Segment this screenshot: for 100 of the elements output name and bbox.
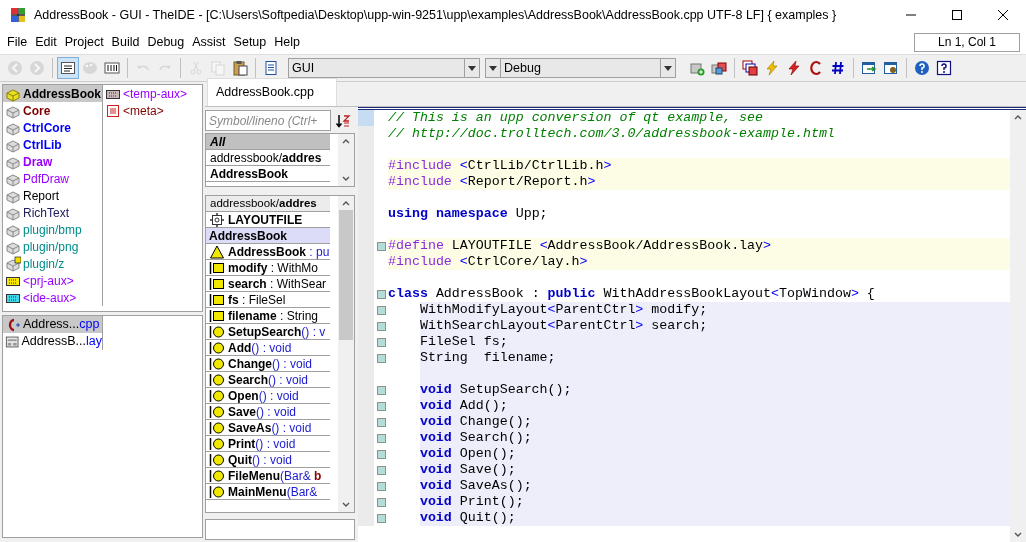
package-item[interactable]: <meta> (103, 102, 203, 119)
menu-item[interactable]: Edit (31, 32, 61, 52)
package-item[interactable]: CtrlCore (3, 119, 103, 136)
fold-marker[interactable] (376, 321, 386, 331)
scrollbar[interactable] (338, 134, 354, 186)
input-field[interactable] (205, 519, 355, 540)
square-icon (209, 291, 225, 308)
circle-icon (209, 467, 225, 484)
symbol-item[interactable]: FileMenu(Bar& b (206, 468, 330, 484)
sort-icon[interactable] (335, 112, 351, 129)
fold-marker[interactable] (376, 305, 386, 315)
combo-box[interactable]: Debug (485, 58, 676, 78)
circle-icon (209, 403, 225, 420)
file-tab[interactable]: AddressBook.cpp (207, 78, 337, 106)
code-line: // This is an upp conversion of qt example, see (388, 110, 765, 126)
circle-icon (209, 339, 225, 356)
fold-marker[interactable] (376, 465, 386, 475)
menu-item[interactable]: Project (60, 32, 108, 52)
symbol-item[interactable]: Print() : void (206, 436, 330, 452)
symbol-item[interactable]: Add() : void (206, 340, 330, 356)
circle-icon (209, 387, 225, 404)
fold-marker[interactable] (376, 353, 386, 363)
fold-marker[interactable] (376, 385, 386, 395)
symbol-item[interactable]: fs : FileSel (206, 292, 330, 308)
scope-item[interactable]: All (206, 134, 330, 150)
circle-icon (209, 483, 225, 500)
dropdown-button[interactable] (486, 59, 501, 77)
scope-item[interactable]: AddressBook (206, 166, 330, 182)
symbol-item[interactable]: Change() : void (206, 356, 330, 372)
fold-marker[interactable] (376, 513, 386, 523)
dropdown-button[interactable] (660, 59, 675, 77)
package-item[interactable]: <ide-aux> (3, 289, 103, 306)
fold-marker[interactable] (376, 481, 386, 491)
square-icon (209, 307, 225, 324)
symbol-item[interactable]: search : WithSear (206, 276, 330, 292)
package-item[interactable]: PdfDraw (3, 170, 103, 187)
symbol-item[interactable]: Open() : void (206, 388, 330, 404)
package-item[interactable]: AddressBook (3, 85, 103, 102)
symbol-item[interactable]: SaveAs() : void (206, 420, 330, 436)
symbol-item[interactable]: filename : String (206, 308, 330, 324)
package-item[interactable]: Draw (3, 153, 103, 170)
code-line: class AddressBook : public WithAddressBookLayout<TopWindow> { (388, 286, 876, 302)
symbol-item[interactable]: AddressBook : pu (206, 244, 330, 260)
source-file-entry[interactable]: AddressB...lay (3, 333, 103, 350)
combo-value: Debug (503, 59, 542, 77)
fold-marker[interactable] (376, 433, 386, 443)
package-item[interactable]: plugin/bmp (3, 221, 103, 238)
fold-marker[interactable] (376, 241, 386, 251)
symbol-item[interactable]: Save() : void (206, 404, 330, 420)
symbol-item[interactable]: SetupSearch() : v (206, 324, 330, 340)
package-item[interactable]: Report (3, 187, 103, 204)
square-icon (209, 275, 225, 292)
circle-icon (209, 451, 225, 468)
gear-icon (209, 211, 225, 228)
menu-item[interactable]: Assist (188, 32, 230, 52)
window-title: AddressBook - GUI - TheIDE - [C:\Users\Softpedia\Desktop\upp-win-9251\upp\examples\AddressBook\AddressBook.cpp UTF-8 LF] { examples } (34, 6, 838, 24)
circle-icon (209, 435, 225, 452)
symbol-item[interactable]: MainMenu(Bar& (206, 484, 330, 500)
symbol-item[interactable]: addressbook/addres (206, 196, 330, 212)
triangle-icon (209, 243, 225, 260)
package-item[interactable]: plugin/png (3, 238, 103, 255)
search-field[interactable]: Symbol/lineno (Ctrl+ (205, 110, 331, 131)
package-item[interactable]: Core (3, 102, 103, 119)
app-icon (10, 7, 26, 23)
combo-box[interactable]: GUI (288, 58, 480, 78)
package-icon (5, 255, 21, 272)
symbol-item[interactable]: modify : WithMo (206, 260, 330, 276)
package-item[interactable]: RichText (3, 204, 103, 221)
cursor-position: Ln 1, Col 1 (914, 32, 1020, 52)
fold-marker[interactable] (376, 289, 386, 299)
menu-item[interactable]: Debug (143, 32, 189, 52)
fold-marker[interactable] (376, 417, 386, 427)
fold-marker[interactable] (376, 449, 386, 459)
circle-icon (209, 355, 225, 372)
fold-marker[interactable] (376, 401, 386, 411)
symbol-item[interactable]: AddressBook (206, 228, 330, 244)
menu-item[interactable]: Build (107, 32, 144, 52)
symbol-item[interactable]: Search() : void (206, 372, 330, 388)
fold-marker[interactable] (376, 337, 386, 347)
fold-marker[interactable] (376, 497, 386, 507)
menu-item[interactable]: Help (270, 32, 304, 52)
package-item[interactable]: <temp-aux> (103, 85, 203, 102)
menu-item[interactable]: File (3, 32, 32, 52)
code-line: // http://doc.trolltech.com/3.0/addressbook-example.html (388, 126, 836, 142)
scope-item[interactable]: addressbook/addres (206, 150, 330, 166)
package-item[interactable]: <prj-aux> (3, 272, 103, 289)
scroll-thumb[interactable] (339, 210, 353, 340)
symbol-item[interactable]: Quit() : void (206, 452, 330, 468)
close-icon[interactable] (995, 7, 1011, 23)
package-item[interactable]: CtrlLib (3, 136, 103, 153)
source-file-entry[interactable]: Address...cpp (3, 316, 103, 333)
scrollbar[interactable] (338, 196, 354, 512)
scrollbar[interactable] (1010, 110, 1026, 542)
layout-file-icon (5, 333, 20, 350)
circle-icon (209, 419, 225, 436)
code-line: using namespace Upp; (388, 206, 549, 222)
menu-item[interactable]: Setup (229, 32, 271, 52)
maximize-icon[interactable] (949, 7, 965, 23)
package-item[interactable]: plugin/z (3, 255, 103, 272)
dropdown-button[interactable] (464, 59, 479, 77)
